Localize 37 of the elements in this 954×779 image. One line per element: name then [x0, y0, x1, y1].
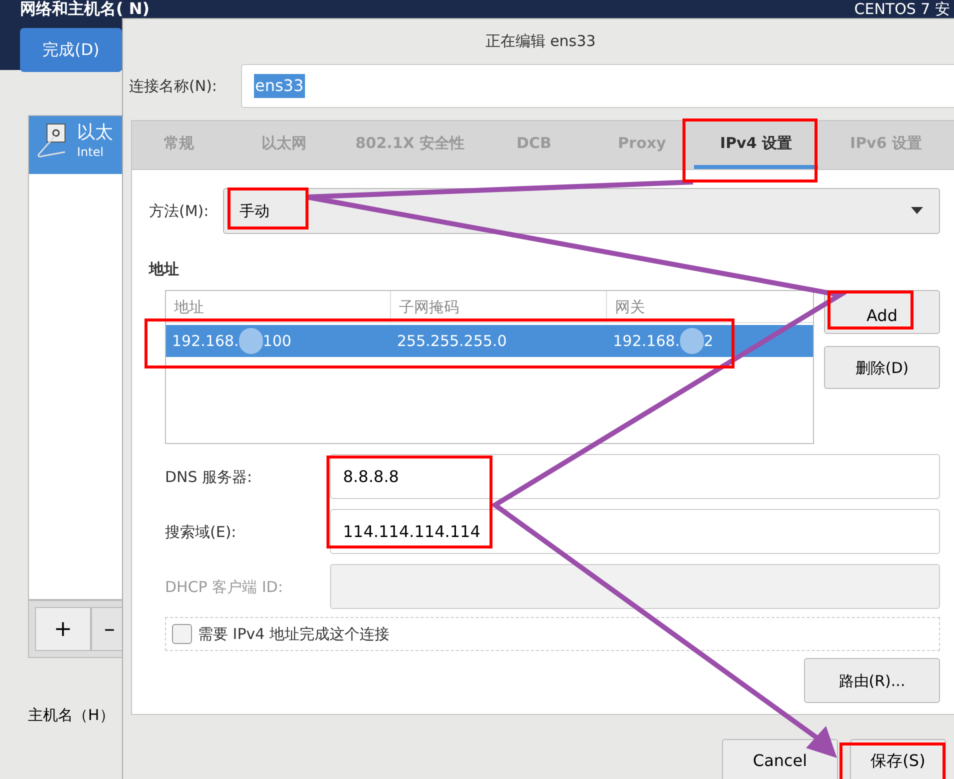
done-button[interactable]: 完成(D): [20, 28, 122, 72]
field-label: 方法(M):: [149, 200, 209, 222]
field-label: DHCP 客户端 ID:: [165, 576, 284, 598]
connection-name-field[interactable]: ens33: [240, 64, 954, 108]
method-dropdown[interactable]: 手动: [222, 188, 940, 234]
table-cell-text: 100: [262, 331, 292, 352]
table-cell-text: 255.255.255.0: [397, 331, 507, 352]
checkbox[interactable]: [172, 624, 192, 644]
screen-title: 网络和主机名( N): [20, 0, 150, 18]
device-name: 以太: [77, 122, 113, 144]
table-cell-text: 192.168.: [172, 331, 239, 352]
dialog-button[interactable]: Cancel: [722, 739, 838, 779]
product-title: CENTOS 7 安: [854, 0, 950, 18]
column-header[interactable]: 地址: [166, 291, 391, 322]
device-detail: Intel: [77, 144, 105, 160]
dropdown-caret-icon: [911, 207, 923, 214]
section-heading: 地址: [149, 258, 179, 280]
redaction-blur: [238, 328, 263, 354]
table-cell-text: 192.168.: [613, 331, 680, 352]
dialog-button[interactable]: 保存(S): [850, 739, 946, 779]
table-cell-text: 2: [704, 331, 714, 352]
checkbox-label: 需要 IPv4 地址完成这个连接: [198, 624, 390, 646]
dialog-title: 正在编辑 ens33: [485, 30, 596, 52]
table-row[interactable]: 192.168. 100 255.255.255.0 192.168. 2: [166, 325, 813, 358]
add-device-button[interactable]: +: [35, 607, 91, 651]
field-label: 连接名称(N):: [129, 76, 217, 98]
redaction-blur: [680, 328, 704, 354]
routes-button[interactable]: 路由(R)...: [804, 658, 940, 704]
column-header[interactable]: 子网掩码: [391, 291, 607, 322]
text-field[interactable]: 8.8.8.8: [330, 454, 940, 500]
delete-address-button[interactable]: 删除(D): [824, 346, 940, 390]
field-label: DNS 服务器:: [165, 466, 254, 488]
field-label: 搜索域(E):: [165, 522, 238, 543]
selected-text: ens33: [254, 74, 305, 98]
hostname-label: 主机名（H）: [28, 705, 114, 726]
column-header[interactable]: 网关: [607, 291, 813, 322]
text-field[interactable]: 114.114.114.114: [330, 509, 940, 554]
